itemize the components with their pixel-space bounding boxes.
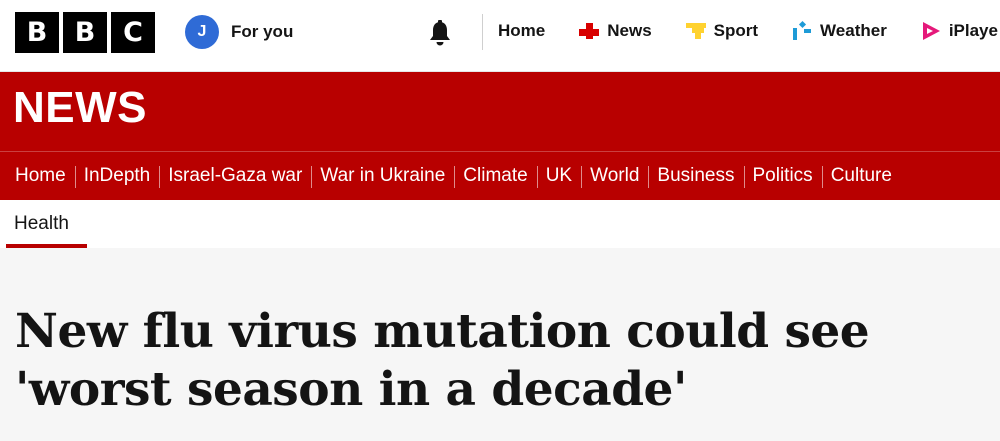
global-nav-label: News <box>607 21 652 40</box>
for-you-button[interactable]: J For you <box>185 15 293 49</box>
for-you-label: For you <box>231 22 294 41</box>
global-nav-weather[interactable]: Weather <box>791 20 887 42</box>
news-nav-item-home[interactable]: Home <box>0 152 75 200</box>
global-header: B B C J For you Home News Sport Weather … <box>0 0 1000 72</box>
news-section-title[interactable]: NEWS <box>13 83 147 133</box>
sub-nav: Health <box>0 200 1000 248</box>
news-nav-item-culture[interactable]: Culture <box>821 152 901 200</box>
bbc-logo-letter: B <box>15 12 59 53</box>
global-nav-label: Weather <box>820 21 887 40</box>
global-nav: Home News Sport Weather iPlaye <box>498 0 1000 62</box>
sub-nav-item-health[interactable]: Health <box>6 200 77 248</box>
news-icon <box>579 23 600 39</box>
news-nav-item-uk[interactable]: UK <box>536 152 581 200</box>
global-nav-sport[interactable]: Sport <box>685 20 758 42</box>
news-nav-item-indepth[interactable]: InDepth <box>74 152 160 200</box>
news-nav-item-israel-gaza-war[interactable]: Israel-Gaza war <box>159 152 311 200</box>
global-nav-label: iPlaye <box>948 21 998 40</box>
bell-icon[interactable] <box>425 19 455 49</box>
article-headline: New flu virus mutation could see 'worst … <box>15 304 870 417</box>
avatar: J <box>185 15 219 49</box>
news-nav-item-climate[interactable]: Climate <box>454 152 536 200</box>
sport-icon <box>685 23 706 39</box>
global-nav-label: Sport <box>713 21 759 40</box>
iplayer-icon <box>922 22 940 40</box>
global-nav-label: Home <box>498 21 546 40</box>
news-nav-item-business[interactable]: Business <box>648 152 743 200</box>
global-nav-home[interactable]: Home <box>498 21 545 41</box>
news-nav: Home InDepth Israel-Gaza war War in Ukra… <box>0 152 901 200</box>
bbc-logo-letter: B <box>63 12 107 53</box>
header-divider <box>482 14 483 50</box>
global-nav-iplayer[interactable]: iPlaye <box>920 20 998 42</box>
global-nav-news[interactable]: News <box>578 20 652 42</box>
news-nav-item-war-in-ukraine[interactable]: War in Ukraine <box>311 152 454 200</box>
weather-icon <box>793 20 812 40</box>
news-nav-item-politics[interactable]: Politics <box>743 152 822 200</box>
news-nav-item-world[interactable]: World <box>581 152 648 200</box>
bbc-logo[interactable]: B B C <box>15 12 155 53</box>
active-tab-indicator <box>6 244 87 248</box>
bbc-logo-letter: C <box>111 12 155 53</box>
news-header: NEWS Home InDepth Israel-Gaza war War in… <box>0 72 1000 200</box>
